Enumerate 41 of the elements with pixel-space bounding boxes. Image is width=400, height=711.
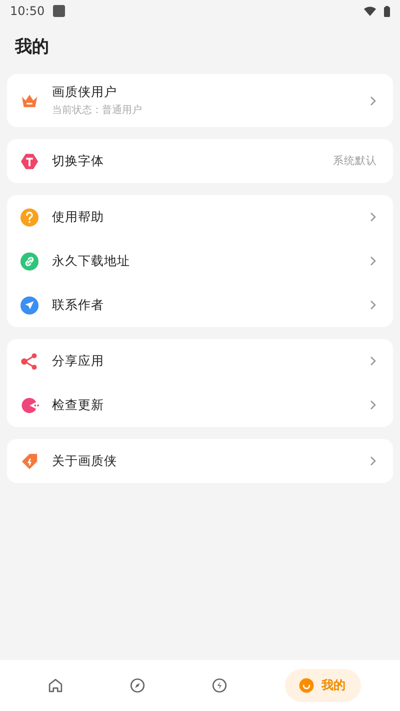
menu-item[interactable]: 分享应用 xyxy=(7,339,393,383)
menu-item[interactable]: 检查更新 xyxy=(7,383,393,427)
item-label: 关于画质侠 xyxy=(52,452,118,470)
menu-item[interactable]: 画质侠用户 当前状态：普通用户 xyxy=(7,74,393,127)
item-label: 永久下载地址 xyxy=(52,252,131,270)
send-icon xyxy=(20,296,39,314)
item-value: 系统默认 xyxy=(333,154,377,168)
chevron-icon xyxy=(369,256,377,266)
pacman-icon xyxy=(20,396,39,414)
clock: 10:50 xyxy=(10,4,45,18)
bolt-icon[interactable] xyxy=(211,677,228,694)
chevron-icon xyxy=(369,456,377,466)
item-label: 检查更新 xyxy=(52,396,105,414)
chevron-icon xyxy=(369,96,377,106)
page-title: 我的 xyxy=(15,36,50,58)
wifi-icon xyxy=(364,6,376,16)
question-icon xyxy=(20,208,39,226)
menu-item[interactable]: 永久下载地址 xyxy=(7,239,393,283)
menu-item[interactable]: 关于画质侠 xyxy=(7,439,393,483)
link-icon xyxy=(20,252,39,270)
chevron-icon xyxy=(369,212,377,222)
item-label: 分享应用 xyxy=(52,352,105,370)
chevron-icon xyxy=(369,300,377,310)
chevron-icon xyxy=(369,400,377,410)
font-icon xyxy=(20,152,39,170)
share-icon xyxy=(20,352,39,370)
battery-icon xyxy=(384,6,390,16)
compass-icon[interactable] xyxy=(128,677,146,694)
item-label: 画质侠用户 xyxy=(52,84,118,101)
item-label: 切换字体 xyxy=(52,152,105,170)
home-icon[interactable] xyxy=(46,677,64,694)
menu-item[interactable]: 切换字体 系统默认 xyxy=(7,139,393,183)
item-label: 使用帮助 xyxy=(52,208,105,226)
item-label: 联系作者 xyxy=(52,296,105,314)
smile-icon xyxy=(298,677,316,694)
menu-item[interactable]: 使用帮助 xyxy=(7,195,393,239)
item-subtitle: 当前状态：普通用户 xyxy=(52,104,143,117)
notification-icon xyxy=(52,5,65,17)
menu-item[interactable]: 联系作者 xyxy=(7,283,393,327)
tag-icon xyxy=(20,452,39,470)
chevron-icon xyxy=(369,356,377,366)
